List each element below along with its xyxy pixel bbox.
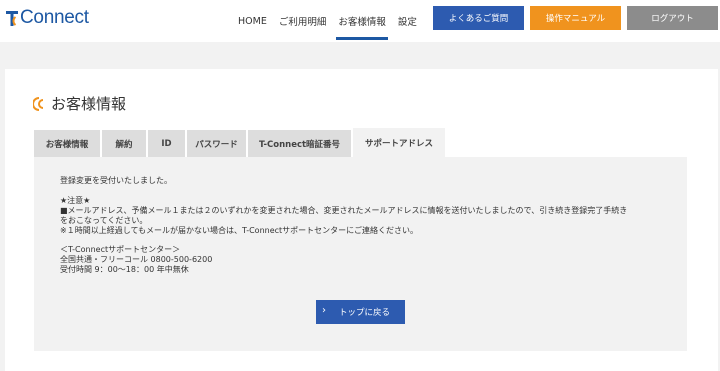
tab-bar: お客様情報 解約 ID パスワード T-Connect暗証番号 サポートアドレス: [34, 128, 447, 157]
support-center-phone: 全国共通・フリーコール 0800-500-6200: [60, 255, 213, 264]
nav-usage-details[interactable]: ご利用明細: [273, 0, 333, 42]
back-to-top-button[interactable]: › トップに戻る: [316, 300, 405, 324]
completion-message: 登録変更を受付いたしました。: [60, 176, 172, 185]
logo-text: Connect: [20, 7, 89, 28]
tab-password[interactable]: パスワード: [187, 130, 246, 157]
t-connect-logo[interactable]: Connect: [6, 6, 89, 30]
tab-customer-info[interactable]: お客様情報: [34, 130, 100, 157]
support-address-panel: 登録変更を受付いたしました。 ★注意★ ■メールアドレス、予備メール１または２の…: [34, 157, 687, 351]
tab-support-address[interactable]: サポートアドレス: [353, 128, 445, 157]
main-nav: HOME ご利用明細 お客様情報 設定: [232, 0, 423, 42]
tab-id[interactable]: ID: [148, 130, 185, 157]
page-title: お客様情報: [33, 93, 126, 114]
notice-heading: ★注意★: [60, 196, 91, 205]
notice-line-3: ※１時間以上経過してもメールが届かない場合は、T-Connectサポートセンター…: [60, 226, 419, 235]
nav-customer-info[interactable]: お客様情報: [332, 0, 392, 42]
notice-line-1: ■メールアドレス、予備メール１または２のいずれかを変更された場合、変更されたメー…: [60, 206, 628, 215]
logout-button[interactable]: ログアウト: [627, 6, 718, 30]
nav-home[interactable]: HOME: [232, 0, 273, 42]
chevron-right-icon: ›: [322, 305, 326, 316]
support-center-name: ＜T-Connectサポートセンター＞: [60, 245, 181, 254]
nav-settings[interactable]: 設定: [392, 0, 423, 42]
back-to-top-label: トップに戻る: [338, 308, 390, 318]
page-title-text: お客様情報: [51, 95, 127, 113]
manual-button[interactable]: 操作マニュアル: [530, 6, 621, 30]
title-arc-icon: [33, 96, 44, 111]
support-center-hours: 受付時間 9：00～18：00 年中無休: [60, 265, 189, 274]
tab-cancellation[interactable]: 解約: [102, 130, 146, 157]
content-card: お客様情報 お客様情報 解約 ID パスワード T-Connect暗証番号 サポ…: [5, 69, 718, 371]
tab-pin-code[interactable]: T-Connect暗証番号: [248, 130, 351, 157]
header: Connect HOME ご利用明細 お客様情報 設定 よくあるご質問 操作マニ…: [0, 0, 720, 42]
faq-button[interactable]: よくあるご質問: [433, 6, 524, 30]
t-logo-icon: [6, 11, 18, 26]
notice-line-2: をおこなってください。: [60, 216, 148, 225]
